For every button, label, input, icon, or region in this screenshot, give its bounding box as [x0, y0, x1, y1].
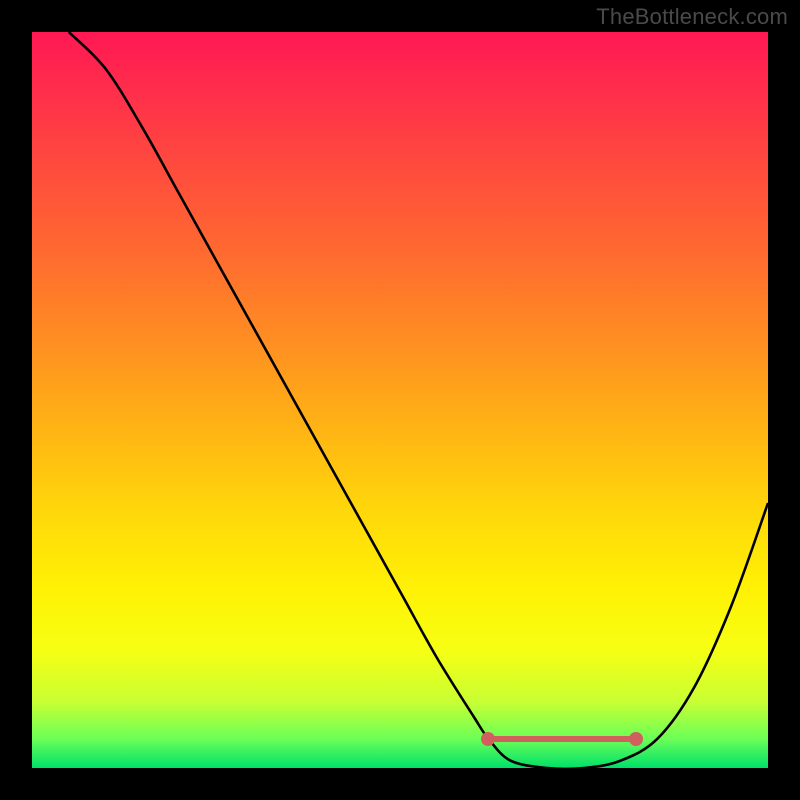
chart-frame: TheBottleneck.com	[0, 0, 800, 800]
recommended-range-bar	[488, 736, 635, 742]
recommended-range-start	[481, 732, 495, 746]
watermark-text: TheBottleneck.com	[596, 4, 788, 30]
curve-svg	[32, 32, 768, 768]
recommended-range-end	[629, 732, 643, 746]
bottleneck-curve	[69, 32, 768, 768]
plot-area	[32, 32, 768, 768]
